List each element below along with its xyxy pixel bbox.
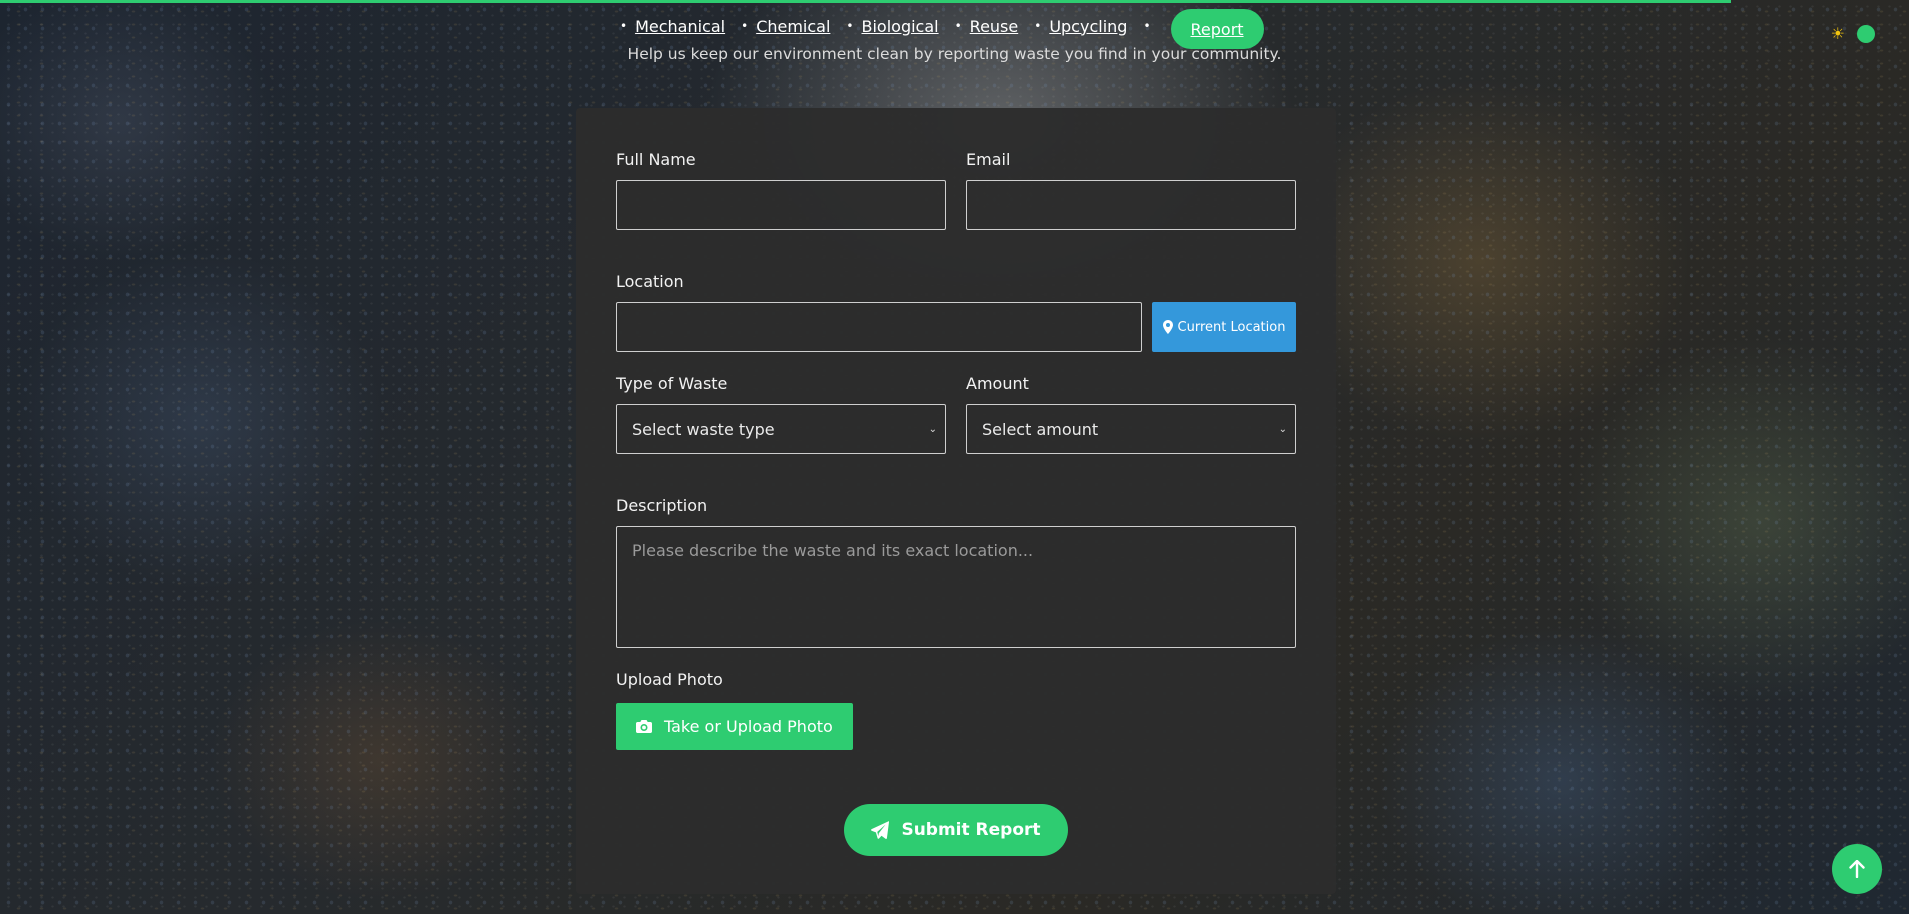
page-subtitle: Help us keep our environment clean by re… — [627, 45, 1282, 63]
description-placeholder: Please describe the waste and its exact … — [632, 541, 1034, 560]
description-label: Description — [616, 496, 708, 515]
nav-item-mechanical: • Mechanical — [620, 17, 725, 36]
top-navigation: • Mechanical • Chemical • Biological • R… — [620, 8, 1264, 49]
amount-select[interactable]: Select amount ⌄ — [966, 404, 1296, 454]
theme-toggle[interactable]: ☀ — [1831, 25, 1875, 43]
waste-type-select[interactable]: Select waste type ⌄ — [616, 404, 946, 454]
nav-bullet: • — [954, 19, 962, 33]
submit-report-label: Submit Report — [901, 820, 1041, 840]
nav-item-reuse: • Reuse — [955, 17, 1019, 36]
description-textarea[interactable]: Please describe the waste and its exact … — [616, 526, 1296, 648]
scroll-to-top-button[interactable] — [1832, 844, 1882, 894]
paper-plane-icon — [871, 821, 890, 839]
location-input[interactable] — [616, 302, 1142, 352]
sun-icon: ☀ — [1830, 24, 1845, 43]
waste-type-label: Type of Waste — [616, 374, 728, 393]
arrow-up-icon — [1849, 860, 1865, 878]
upload-photo-label: Upload Photo — [616, 670, 723, 689]
nav-bullet: • — [1034, 19, 1042, 33]
report-nav-button[interactable]: Report — [1170, 9, 1264, 49]
upload-photo-button-label: Take or Upload Photo — [664, 717, 833, 736]
nav-item-biological: • Biological — [846, 17, 938, 36]
scroll-progress-bar — [0, 0, 1731, 3]
email-input[interactable] — [966, 180, 1296, 230]
amount-label: Amount — [966, 374, 1029, 393]
nav-item-chemical: • Chemical — [741, 17, 830, 36]
current-location-label: Current Location — [1177, 319, 1286, 335]
nav-bullet: • — [741, 19, 749, 33]
nav-bullet: • — [620, 19, 628, 33]
current-location-button[interactable]: Current Location — [1152, 302, 1296, 352]
chevron-down-icon: ⌄ — [928, 423, 937, 435]
nav-bullet: • — [1143, 19, 1151, 33]
nav-link-upcycling[interactable]: Upcycling — [1049, 17, 1127, 36]
toggle-knob[interactable] — [1857, 25, 1875, 43]
amount-selected: Select amount — [982, 419, 1099, 439]
nav-link-reuse[interactable]: Reuse — [970, 17, 1019, 36]
waste-type-selected: Select waste type — [632, 419, 775, 439]
full-name-label: Full Name — [616, 150, 696, 169]
report-form-card: Full Name Email Location Current Locatio… — [576, 108, 1336, 894]
nav-link-chemical[interactable]: Chemical — [756, 17, 830, 36]
full-name-input[interactable] — [616, 180, 946, 230]
location-label: Location — [616, 272, 684, 291]
map-pin-icon — [1162, 320, 1173, 334]
nav-link-biological[interactable]: Biological — [862, 17, 939, 36]
nav-bullet: • — [846, 19, 854, 33]
camera-icon — [636, 720, 652, 733]
upload-photo-button[interactable]: Take or Upload Photo — [616, 703, 853, 750]
submit-report-button[interactable]: Submit Report — [844, 804, 1068, 856]
nav-link-mechanical[interactable]: Mechanical — [635, 17, 725, 36]
nav-item-upcycling: • Upcycling — [1034, 17, 1127, 36]
chevron-down-icon: ⌄ — [1278, 423, 1287, 435]
email-label: Email — [966, 150, 1011, 169]
